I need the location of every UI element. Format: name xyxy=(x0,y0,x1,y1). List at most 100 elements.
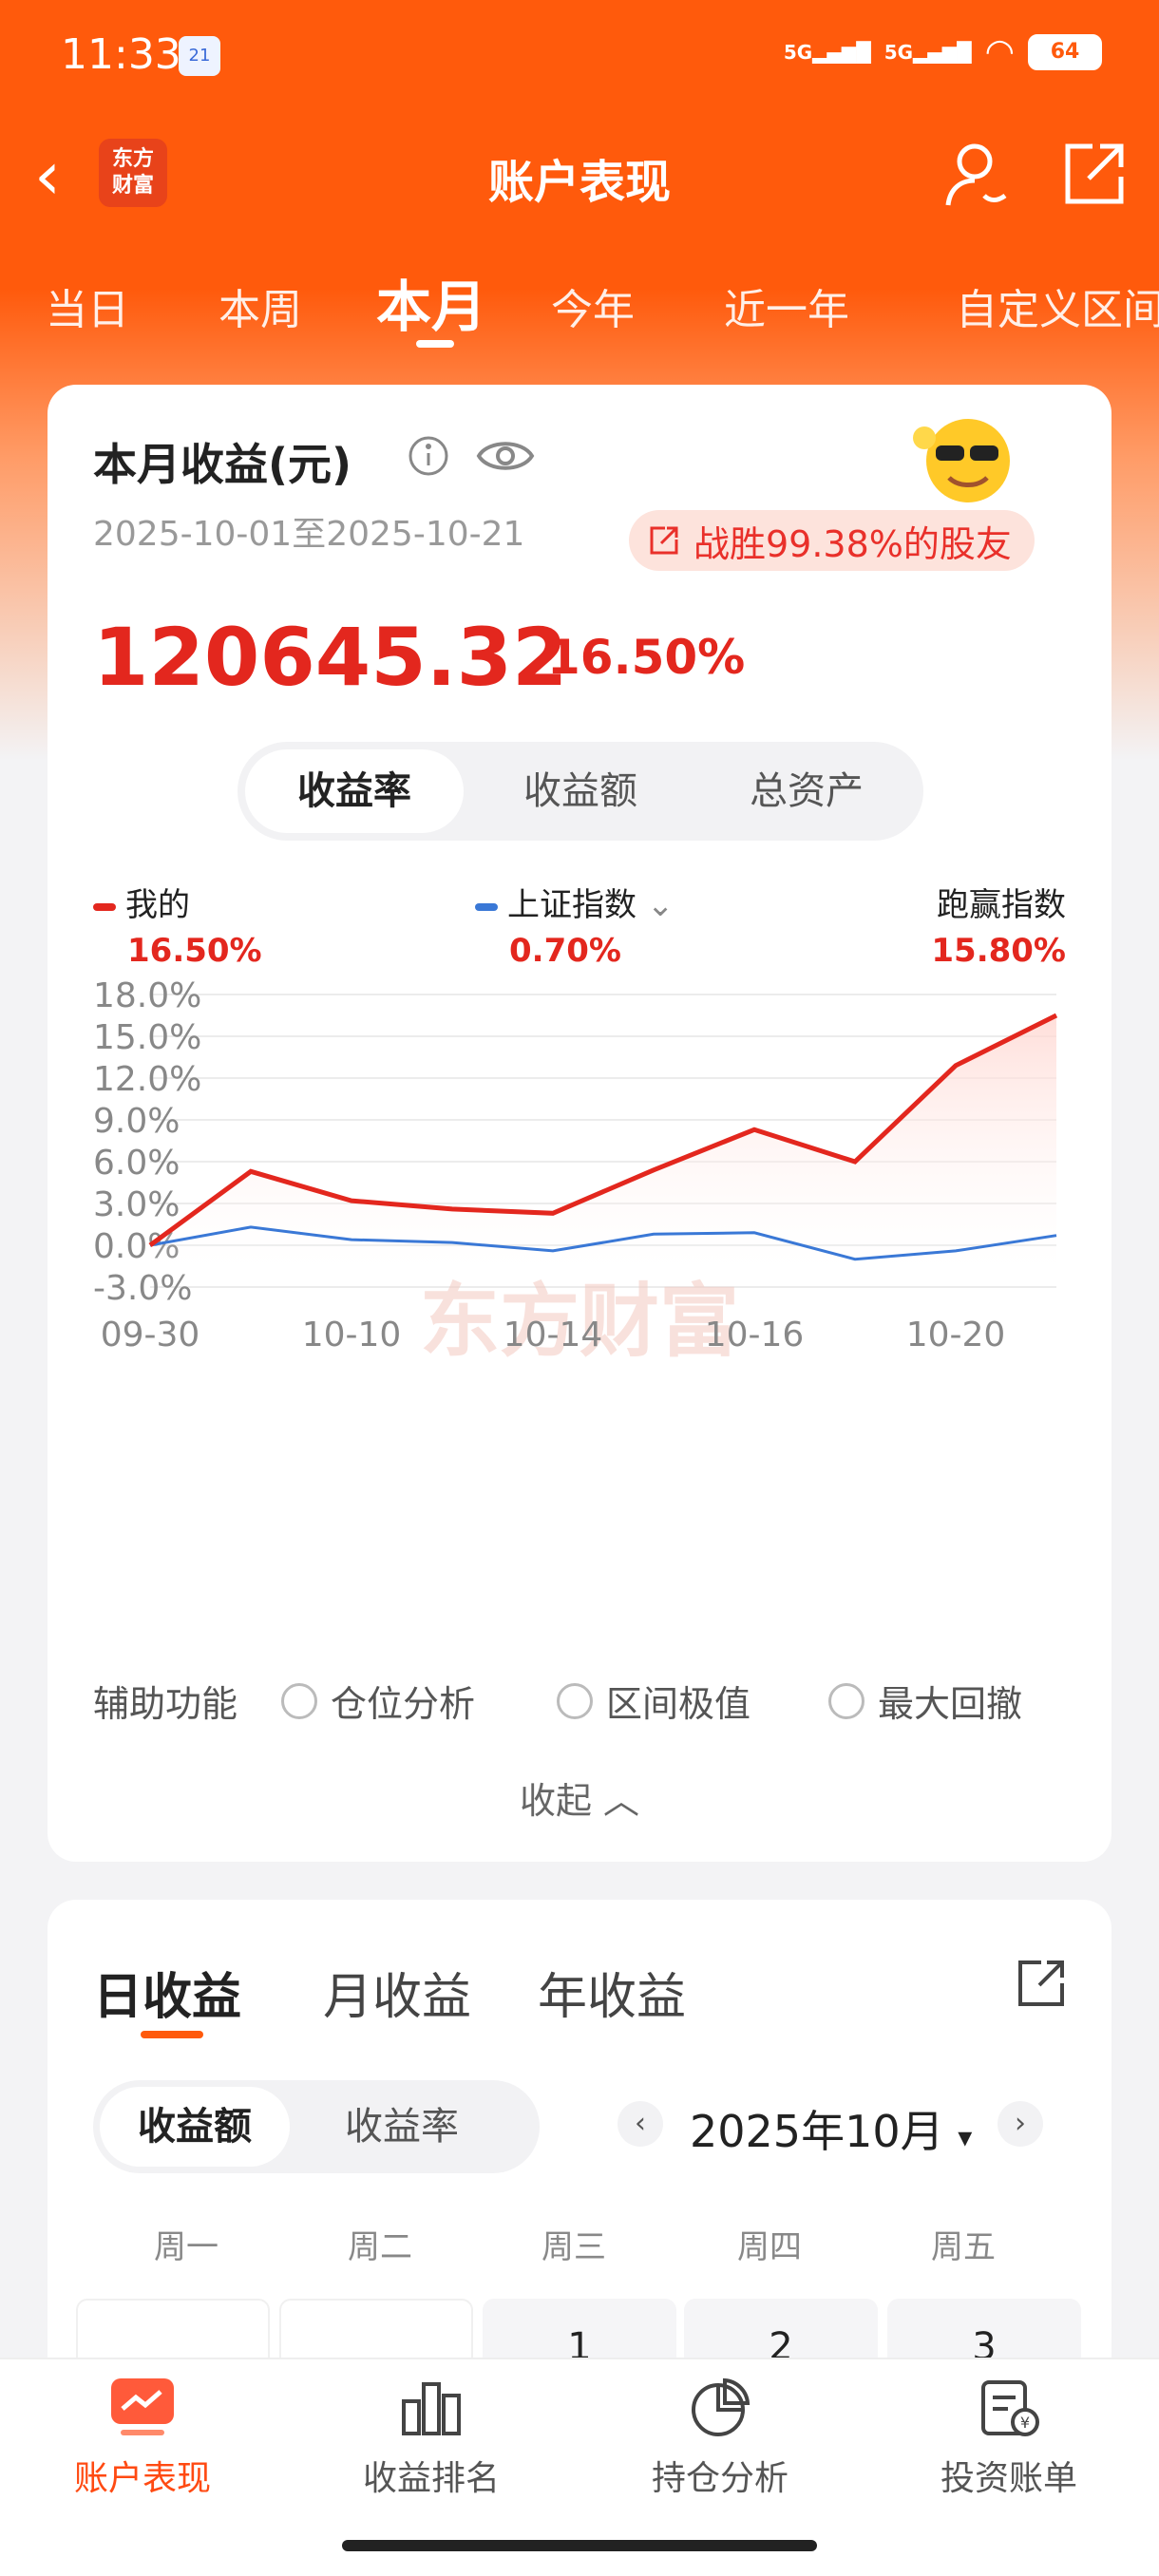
chevron-up-icon: ︿ xyxy=(603,1780,640,1822)
caret-down-icon: ▾ xyxy=(958,2121,973,2154)
legend-index-selector[interactable]: 上证指数 ⌄ xyxy=(475,879,674,925)
tab-monthly-return[interactable]: 月收益 xyxy=(323,1957,471,2028)
tab-yearly-return[interactable]: 年收益 xyxy=(538,1957,686,2028)
aux-range-extreme[interactable]: 区间极值 xyxy=(557,1675,750,1727)
notification-badge: 21 xyxy=(179,36,220,76)
bottom-tab-label: 收益排名 xyxy=(362,2459,500,2498)
y-tick-label: 12.0% xyxy=(93,1060,201,1099)
x-tick-label: 10-14 xyxy=(504,1316,603,1354)
daily-metric-switch: 收益额 收益率 xyxy=(93,2080,540,2173)
period-tabs: 当日 本周 本月 今年 近一年 自定义区间 xyxy=(0,256,1159,351)
aux-label-text: 辅助功能 xyxy=(93,1683,238,1725)
radio-icon xyxy=(281,1682,317,1719)
daily-tab-indicator xyxy=(141,2031,203,2038)
bottom-tab-investment-bill[interactable]: ¥ 投资账单 xyxy=(914,2377,1104,2500)
status-icons: 5G▂▄▆█ 5G▂▄▆█ ◠ 64 xyxy=(784,32,1102,71)
tab-this-year[interactable]: 今年 xyxy=(551,275,635,336)
legend-mine-value: 16.50% xyxy=(127,932,262,970)
beat-text: 战胜99.38%的股友 xyxy=(694,522,1012,565)
collapse-label: 收起 xyxy=(519,1780,592,1822)
month-label: 2025年10月 xyxy=(690,2106,944,2157)
aux-opt-1-label: 仓位分析 xyxy=(331,1683,476,1725)
svg-text:¥: ¥ xyxy=(1020,2414,1030,2432)
aux-max-drawdown[interactable]: 最大回撤 xyxy=(828,1675,1022,1727)
info-icon[interactable] xyxy=(407,434,450,478)
date-range: 2025-10-01至2025-10-21 xyxy=(93,515,525,554)
aux-position-analysis[interactable]: 仓位分析 xyxy=(281,1675,475,1727)
bottom-tab-label: 投资账单 xyxy=(940,2459,1077,2498)
tab-indicator xyxy=(416,340,454,348)
weekday-tue: 周二 xyxy=(348,2228,412,2266)
month-selector[interactable]: 2025年10月 ▾ xyxy=(690,2097,972,2160)
share-icon[interactable] xyxy=(1054,137,1130,213)
tab-last-year[interactable]: 近一年 xyxy=(724,275,849,336)
y-tick-label: 18.0% xyxy=(93,976,201,1015)
bottom-tab-account-performance[interactable]: 账户表现 xyxy=(48,2377,238,2500)
aux-opt-3-label: 最大回撤 xyxy=(878,1683,1023,1725)
top-navigation: ‹ 东方 财富 账户表现 xyxy=(0,123,1159,228)
chart-screen-icon xyxy=(111,2378,174,2435)
chevron-down-icon: ⌄ xyxy=(646,886,674,924)
bottom-tab-return-ranking[interactable]: 收益排名 xyxy=(336,2377,526,2500)
status-bar: 11:33 21 5G▂▄▆█ 5G▂▄▆█ ◠ 64 xyxy=(0,0,1159,114)
share-small-icon xyxy=(650,526,678,555)
tab-daily-return[interactable]: 日收益 xyxy=(93,1957,241,2028)
legend-index-marker xyxy=(475,902,498,911)
y-tick-label: 3.0% xyxy=(93,1185,180,1224)
daily-metric-rate[interactable]: 收益率 xyxy=(307,2087,497,2167)
weekday-wed: 周三 xyxy=(542,2228,606,2266)
prev-month-icon[interactable]: ‹ xyxy=(618,2101,663,2147)
share-icon[interactable] xyxy=(1013,1955,1070,2012)
battery-icon: 64 xyxy=(1028,33,1102,70)
signal-label: 5G xyxy=(783,40,813,64)
aux-opt-2-label: 区间极值 xyxy=(606,1683,751,1725)
bottom-tab-label: 账户表现 xyxy=(73,2459,211,2498)
signal-icon-2: 5G▂▄▆█ xyxy=(884,40,972,64)
profit-amount: 120645.32 xyxy=(93,611,568,704)
pie-chart-icon xyxy=(692,2377,750,2436)
bill-icon: ¥ xyxy=(981,2380,1039,2436)
mine-area-fill xyxy=(150,1015,1056,1287)
eye-icon[interactable] xyxy=(475,432,536,480)
legend-index-value: 0.70% xyxy=(509,932,621,970)
beat-percentile-badge[interactable]: 战胜99.38%的股友 xyxy=(629,510,1035,571)
tab-this-month[interactable]: 本月 xyxy=(376,262,486,342)
next-month-icon[interactable]: › xyxy=(998,2101,1043,2147)
weekday-mon: 周一 xyxy=(154,2228,218,2266)
metric-switch: 收益率 收益额 总资产 xyxy=(238,742,923,841)
y-tick-label: 9.0% xyxy=(93,1102,180,1141)
legend-mine: 我的 xyxy=(93,879,190,925)
x-tick-label: 10-10 xyxy=(302,1316,402,1354)
metric-total-assets[interactable]: 总资产 xyxy=(697,749,916,833)
tab-this-week[interactable]: 本周 xyxy=(218,275,302,336)
y-tick-label: 15.0% xyxy=(93,1018,201,1057)
aux-label: 辅助功能 xyxy=(93,1675,238,1727)
wifi-icon: ◠ xyxy=(984,32,1015,71)
weekday-fri: 周五 xyxy=(931,2228,996,2266)
collapse-button[interactable]: 收起 ︿ xyxy=(48,1771,1112,1824)
mascot-emoji-icon xyxy=(913,419,1010,502)
radio-icon xyxy=(557,1682,593,1719)
weekday-thu: 周四 xyxy=(737,2228,802,2266)
bottom-tab-holdings-analysis[interactable]: 持仓分析 xyxy=(625,2377,815,2500)
legend-outperform-label: 跑赢指数 xyxy=(937,886,1066,924)
signal-label-2: 5G xyxy=(884,40,914,64)
daily-metric-amount[interactable]: 收益额 xyxy=(100,2087,290,2167)
radio-icon xyxy=(828,1682,864,1719)
profit-rate: 16.50% xyxy=(547,630,746,685)
tab-today[interactable]: 当日 xyxy=(46,275,129,336)
x-tick-label: 09-30 xyxy=(101,1316,200,1354)
y-tick-label: 6.0% xyxy=(93,1144,180,1183)
tab-custom-range[interactable]: 自定义区间 xyxy=(956,275,1159,336)
return-line-chart[interactable]: 18.0%15.0%12.0%9.0%6.0%3.0%0.0%-3.0% 东方财… xyxy=(48,974,1112,1648)
home-indicator xyxy=(342,2540,817,2551)
user-profile-icon[interactable] xyxy=(940,137,1016,213)
summary-title: 本月收益(元) xyxy=(93,439,352,490)
status-time: 11:33 xyxy=(61,30,181,79)
metric-return-amount[interactable]: 收益额 xyxy=(471,749,690,833)
x-tick-label: 10-16 xyxy=(705,1316,805,1354)
legend-mine-label: 我的 xyxy=(125,886,190,924)
bottom-tab-label: 持仓分析 xyxy=(651,2459,788,2498)
bar-chart-icon xyxy=(402,2382,461,2435)
metric-return-rate[interactable]: 收益率 xyxy=(245,749,464,833)
